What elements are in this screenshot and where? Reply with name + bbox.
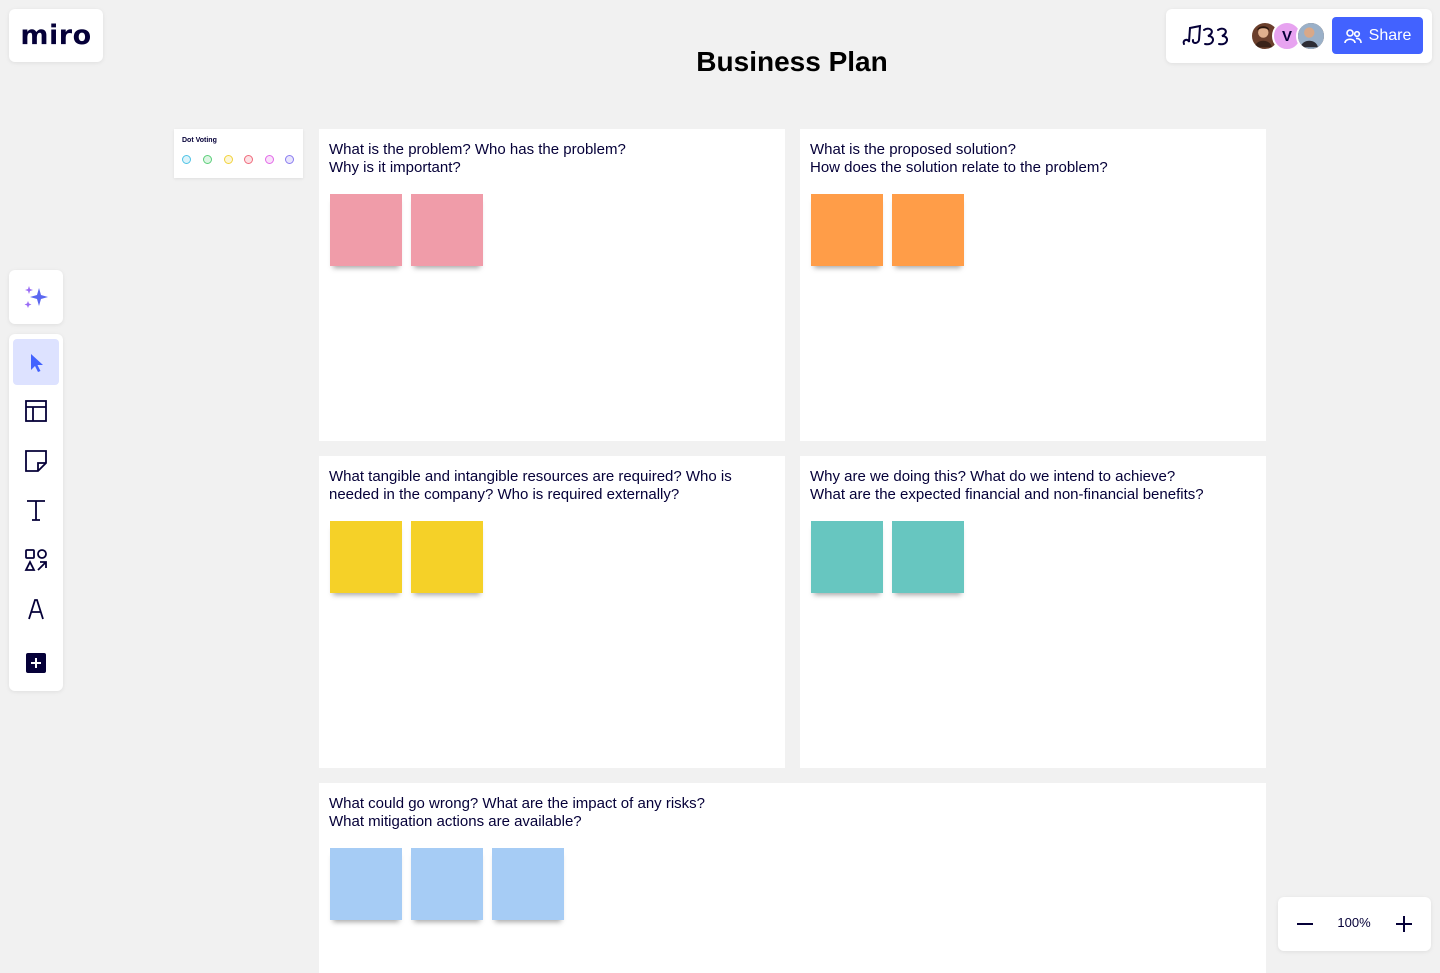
sticky-note-icon [25, 450, 47, 472]
frame-solution[interactable]: What is the proposed solution? How does … [800, 129, 1266, 441]
vote-dot[interactable] [182, 155, 191, 164]
sticky-note[interactable] [411, 194, 483, 266]
users-icon [1343, 28, 1362, 43]
collaborator-avatars: V [1250, 21, 1334, 51]
vote-dot[interactable] [203, 155, 212, 164]
shapes-tool[interactable] [13, 537, 59, 583]
text-tool[interactable] [13, 487, 59, 533]
question-line: Why is it important? [329, 159, 461, 176]
collaboration-bar: V Share [1166, 9, 1432, 63]
question-line: What mitigation actions are available? [329, 813, 582, 830]
frame-question: What could go wrong? What are the impact… [329, 795, 1256, 831]
vote-dot[interactable] [244, 155, 253, 164]
sticky-note-tool[interactable] [13, 438, 59, 484]
reactions-icon[interactable] [1180, 22, 1234, 50]
vote-dot[interactable] [285, 155, 294, 164]
sticky-note[interactable] [811, 521, 883, 593]
frame-benefits[interactable]: Why are we doing this? What do we intend… [800, 456, 1266, 768]
sparkles-icon [24, 286, 48, 308]
vote-dot[interactable] [224, 155, 233, 164]
frame-question: What tangible and intangible resources a… [329, 468, 775, 504]
sticky-note[interactable] [892, 194, 964, 266]
user-avatar-3[interactable] [1296, 21, 1326, 51]
frame-question: What is the problem? Who has the problem… [329, 141, 775, 177]
zoom-controls: 100% [1278, 897, 1431, 951]
frame-risks[interactable]: What could go wrong? What are the impact… [319, 783, 1266, 973]
templates-tool[interactable] [13, 388, 59, 434]
sticky-note[interactable] [411, 521, 483, 593]
plus-icon [1396, 916, 1412, 932]
sticky-note[interactable] [330, 848, 402, 920]
plus-square-icon [26, 653, 46, 673]
share-button[interactable]: Share [1332, 17, 1423, 54]
creation-toolbar [9, 334, 63, 691]
zoom-level[interactable]: 100% [1328, 915, 1380, 930]
select-tool[interactable] [13, 339, 59, 385]
sticky-note[interactable] [411, 848, 483, 920]
sticky-note[interactable] [330, 521, 402, 593]
shapes-icon [24, 549, 47, 571]
frame-question: What is the proposed solution? How does … [810, 141, 1256, 177]
dot-voting-title: Dot Voting [182, 137, 217, 144]
question-line: What could go wrong? What are the impact… [329, 795, 706, 812]
minus-icon [1297, 923, 1313, 925]
vote-dot[interactable] [265, 155, 274, 164]
zoom-in-button[interactable] [1391, 911, 1417, 937]
question-line: What is the proposed solution? [810, 141, 1016, 158]
layout-icon [25, 400, 47, 422]
dot-voting-widget[interactable]: Dot Voting [174, 129, 303, 178]
frame-problem[interactable]: What is the problem? Who has the problem… [319, 129, 785, 441]
text-icon [27, 500, 45, 521]
share-label: Share [1368, 26, 1412, 44]
frame-resources[interactable]: What tangible and intangible resources a… [319, 456, 785, 768]
question-line: How does the solution relate to the prob… [810, 159, 1108, 176]
question-line: What is the problem? Who has the problem… [329, 141, 626, 158]
sticky-note[interactable] [330, 194, 402, 266]
question-line: needed in the company? Who is required e… [329, 486, 680, 503]
sticky-note[interactable] [892, 521, 964, 593]
question-line: What tangible and intangible resources a… [329, 468, 732, 485]
sticky-note[interactable] [811, 194, 883, 266]
cursor-icon [31, 354, 43, 372]
frame-question: Why are we doing this? What do we intend… [810, 468, 1256, 504]
question-line: Why are we doing this? What do we intend… [810, 468, 1176, 485]
pen-tool[interactable] [13, 586, 59, 632]
ai-assist-button[interactable] [9, 270, 63, 324]
pen-icon [28, 599, 44, 620]
zoom-out-button[interactable] [1292, 911, 1318, 937]
more-tools[interactable] [13, 640, 59, 686]
sticky-note[interactable] [492, 848, 564, 920]
question-line: What are the expected financial and non-… [810, 486, 1204, 503]
